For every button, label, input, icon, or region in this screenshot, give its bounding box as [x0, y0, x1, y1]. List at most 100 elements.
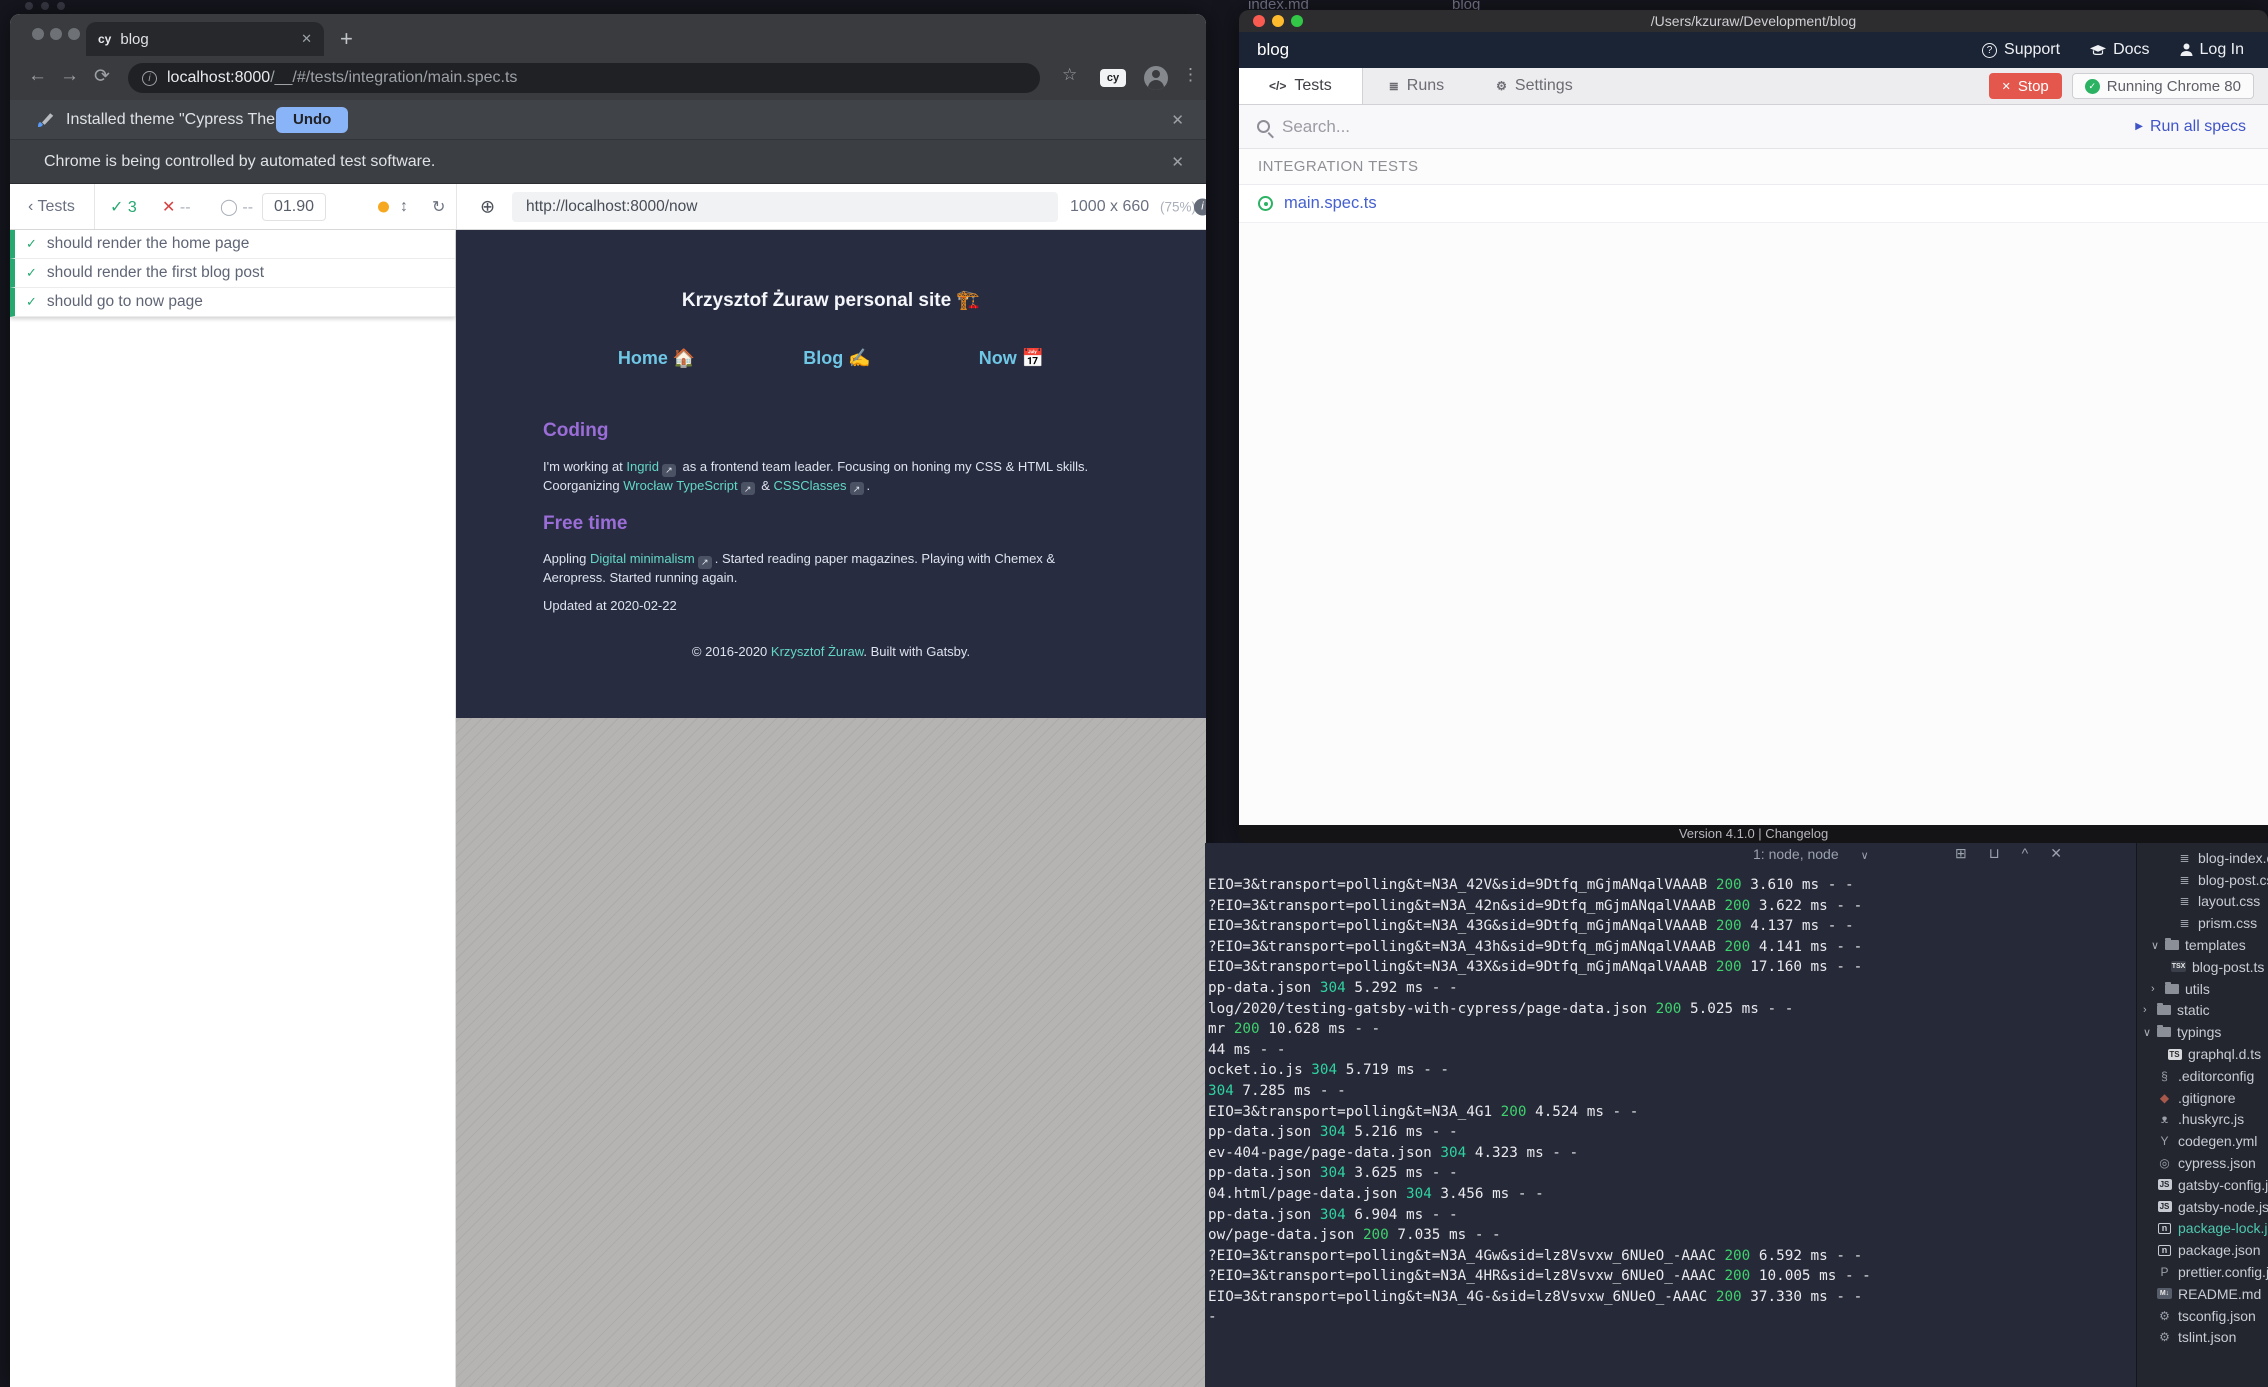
close-window-icon[interactable] [32, 28, 44, 40]
file-item[interactable]: ≣blog-index.c [2137, 847, 2268, 869]
login-menu-item[interactable]: Log In [2180, 41, 2244, 59]
chevron-up-icon[interactable]: ^ [2022, 845, 2029, 862]
new-tab-button[interactable]: + [340, 28, 353, 50]
browser-menu-icon[interactable]: ⋮ [1182, 65, 1199, 85]
file-item[interactable]: ≣blog-post.cs [2137, 869, 2268, 891]
back-icon[interactable]: ← [28, 65, 47, 87]
file-item[interactable]: ∨typings [2137, 1021, 2268, 1043]
file-name: prism.css [2198, 915, 2257, 931]
test-result-row[interactable]: ✓should render the first blog post [10, 259, 455, 288]
log-text: pp-data.json [1208, 1165, 1320, 1181]
chevron-down-icon: ∨ [2151, 939, 2164, 952]
docs-menu-item[interactable]: Docs [2090, 41, 2149, 59]
tab-tests[interactable]: </>Tests [1239, 68, 1363, 104]
css-file-icon: ≣ [2177, 851, 2192, 865]
file-item[interactable]: TSXblog-post.ts [2137, 956, 2268, 978]
log-text: 5.292 ms - - [1346, 980, 1458, 996]
terminal-log-line: EIO=3&transport=polling&t=N3A_43X&sid=9D… [1208, 957, 1871, 978]
log-text: 37.330 ms - - [1742, 1289, 1863, 1305]
check-icon: ✓ [26, 294, 37, 310]
nav-link-home[interactable]: Home 🏠 [618, 348, 695, 369]
tab-runs[interactable]: ≣Runs [1363, 68, 1470, 104]
aut-url-input[interactable] [512, 192, 1058, 222]
cssclasses-link[interactable]: CSSClasses [774, 478, 847, 493]
version-footer[interactable]: Version 4.1.0 | Changelog [1239, 825, 2268, 843]
code-icon: </> [1269, 79, 1286, 93]
nav-link-now[interactable]: Now 📅 [979, 348, 1044, 369]
viewport-info-icon[interactable]: i [1194, 198, 1206, 215]
file-item[interactable]: TSgraphql.d.ts [2137, 1043, 2268, 1065]
terminal-selector-dropdown[interactable]: 1: node, node∨ [1753, 846, 1869, 862]
site-info-icon[interactable]: i [142, 71, 157, 86]
nav-link-blog[interactable]: Blog ✍️ [803, 348, 870, 369]
file-item[interactable]: ≣layout.css [2137, 891, 2268, 913]
browser-tab[interactable]: cy blog ✕ [86, 22, 324, 56]
graduation-cap-icon [2090, 45, 2106, 56]
log-text: 5.719 ms - - [1337, 1062, 1449, 1078]
trash-terminal-icon[interactable]: ⊔ [1989, 845, 2000, 862]
file-item[interactable]: ›utils [2137, 978, 2268, 1000]
ts-file-icon: TS [2167, 1047, 2182, 1061]
file-item[interactable]: JSgatsby-node.js [2137, 1196, 2268, 1218]
test-result-row[interactable]: ✓should render the home page [10, 230, 455, 259]
split-terminal-icon[interactable]: ⊞ [1955, 845, 1967, 862]
test-result-row[interactable]: ✓should go to now page [10, 288, 455, 317]
close-panel-icon[interactable]: ✕ [2050, 845, 2062, 862]
selector-playground-icon[interactable]: ⊕ [480, 196, 495, 217]
run-all-specs-button[interactable]: ▶Run all specs [2135, 118, 2246, 136]
file-item[interactable]: ◎cypress.json [2137, 1152, 2268, 1174]
support-menu-item[interactable]: ?Support [1982, 41, 2060, 59]
undo-theme-button[interactable]: Undo [276, 107, 348, 133]
divider [456, 184, 457, 229]
close-infobar-icon[interactable]: ✕ [1171, 153, 1184, 171]
maximize-window-icon[interactable] [68, 28, 80, 40]
running-browser-button[interactable]: ✓Running Chrome 80 [2072, 73, 2254, 99]
file-item[interactable]: npackage-lock.js [2137, 1218, 2268, 1240]
spec-row-main[interactable]: main.spec.ts [1239, 185, 2268, 223]
close-tab-icon[interactable]: ✕ [301, 31, 312, 47]
file-item[interactable]: ≣prism.css [2137, 912, 2268, 934]
file-item[interactable]: ⚙tsconfig.json [2137, 1305, 2268, 1327]
wroclaw-typescript-link[interactable]: Wrocław TypeScript [623, 478, 737, 493]
file-item[interactable]: §.editorconfig [2137, 1065, 2268, 1087]
terminal-output[interactable]: EIO=3&transport=polling&t=N3A_42V&sid=9D… [1208, 875, 1871, 1328]
auto-scroll-indicator[interactable] [378, 201, 389, 212]
address-bar[interactable]: i localhost:8000/__/#/tests/integration/… [128, 63, 1040, 93]
forward-icon[interactable]: → [60, 65, 79, 87]
stop-button[interactable]: ✕Stop [1989, 73, 2062, 99]
scroll-toggle-icon[interactable]: ↕ [400, 198, 408, 216]
cypress-extension-icon[interactable]: cy [1100, 69, 1126, 87]
author-link[interactable]: Krzysztof Żuraw [771, 644, 863, 659]
file-item[interactable]: M↓README.md [2137, 1283, 2268, 1305]
file-item[interactable]: ›static [2137, 1000, 2268, 1022]
file-item[interactable]: JSgatsby-config.j [2137, 1174, 2268, 1196]
search-input[interactable] [1282, 117, 2123, 137]
tab-settings[interactable]: ⚙Settings [1470, 68, 1599, 104]
log-text: 44 ms - - [1208, 1042, 1285, 1058]
file-item[interactable]: ∨templates [2137, 934, 2268, 956]
file-item[interactable]: ᴥ.huskyrc.js [2137, 1109, 2268, 1131]
file-name: utils [2185, 981, 2210, 997]
close-infobar-icon[interactable]: ✕ [1171, 111, 1184, 129]
log-text: ocket.io.js [1208, 1062, 1311, 1078]
ingrid-link[interactable]: Ingrid [626, 459, 659, 474]
writing-hand-emoji: ✍️ [848, 348, 870, 368]
file-item[interactable]: ⚙tslint.json [2137, 1327, 2268, 1349]
digital-minimalism-link[interactable]: Digital minimalism [590, 551, 695, 566]
file-item[interactable]: Pprettier.config.j [2137, 1261, 2268, 1283]
profile-avatar[interactable] [1144, 66, 1168, 90]
viewport-zoom: (75%) [1160, 199, 1196, 214]
npm-badge: n [2158, 1245, 2171, 1256]
tab-title: blog [120, 31, 292, 48]
file-item[interactable]: npackage.json [2137, 1239, 2268, 1261]
vscode-panel: 1: node, node∨ ⊞ ⊔ ^ ✕ EIO=3&transport=p… [1205, 843, 2268, 1387]
reload-icon[interactable]: ⟳ [94, 65, 110, 88]
file-name: static [2177, 1002, 2210, 1018]
file-item[interactable]: Ycodegen.yml [2137, 1130, 2268, 1152]
back-to-tests-button[interactable]: ‹ Tests [28, 198, 75, 216]
minimize-window-icon[interactable] [50, 28, 62, 40]
bookmark-star-icon[interactable]: ☆ [1062, 65, 1077, 85]
log-text: 7.035 ms - - [1389, 1227, 1501, 1243]
file-item[interactable]: ◆.gitignore [2137, 1087, 2268, 1109]
restart-tests-icon[interactable]: ↻ [432, 197, 445, 217]
